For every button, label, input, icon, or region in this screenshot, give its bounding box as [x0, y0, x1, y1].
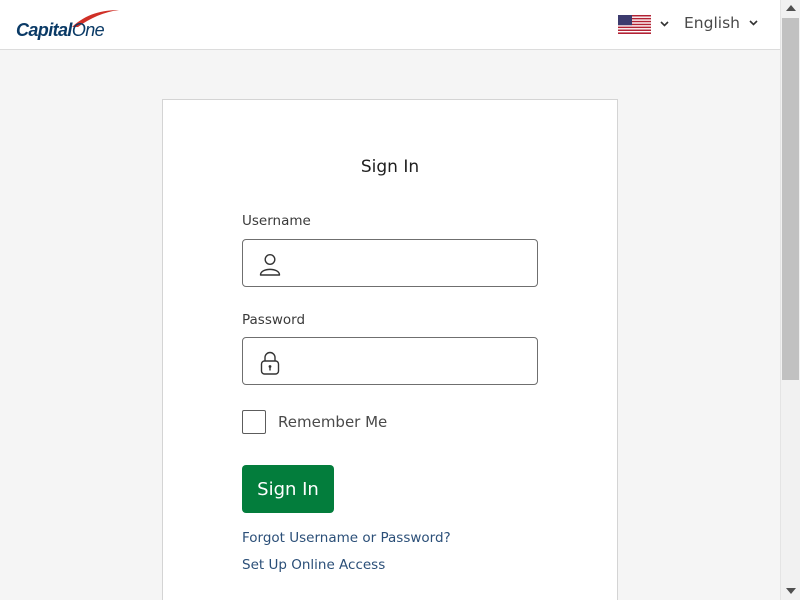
remember-me-checkbox[interactable] — [242, 410, 266, 434]
username-input[interactable] — [295, 248, 527, 278]
logo-text-capital: Capital — [16, 20, 72, 40]
chevron-down-icon — [749, 20, 758, 26]
language-label: English — [684, 14, 740, 32]
username-label: Username — [242, 213, 311, 229]
page-scrollbar[interactable] — [780, 0, 800, 600]
user-icon — [259, 253, 281, 276]
remember-me-label[interactable]: Remember Me — [278, 413, 387, 431]
chevron-down-icon — [660, 21, 669, 27]
language-selector[interactable]: English — [684, 12, 758, 34]
password-label: Password — [242, 312, 306, 328]
scroll-up-arrow-icon[interactable] — [786, 5, 796, 11]
sign-in-button[interactable]: Sign In — [242, 465, 334, 513]
capital-one-logo[interactable]: CapitalOne — [16, 8, 124, 44]
site-header: CapitalOne English — [0, 0, 780, 50]
password-field-box[interactable] — [242, 337, 538, 385]
scroll-down-arrow-icon[interactable] — [786, 588, 796, 594]
lock-icon — [260, 351, 280, 375]
country-selector[interactable] — [618, 14, 669, 34]
logo-wordmark: CapitalOne — [16, 20, 105, 41]
signin-card: Sign In Username Password Remember Me Si… — [162, 99, 618, 600]
us-flag-icon — [618, 14, 651, 34]
username-field-box[interactable] — [242, 239, 538, 287]
setup-online-access-link[interactable]: Set Up Online Access — [242, 557, 385, 573]
scrollbar-thumb[interactable] — [782, 18, 799, 380]
forgot-credentials-link[interactable]: Forgot Username or Password? — [242, 530, 451, 546]
remember-me-control[interactable]: Remember Me — [242, 409, 387, 435]
signin-title: Sign In — [360, 157, 420, 177]
password-input[interactable] — [295, 346, 527, 376]
logo-text-one: One — [71, 20, 105, 40]
